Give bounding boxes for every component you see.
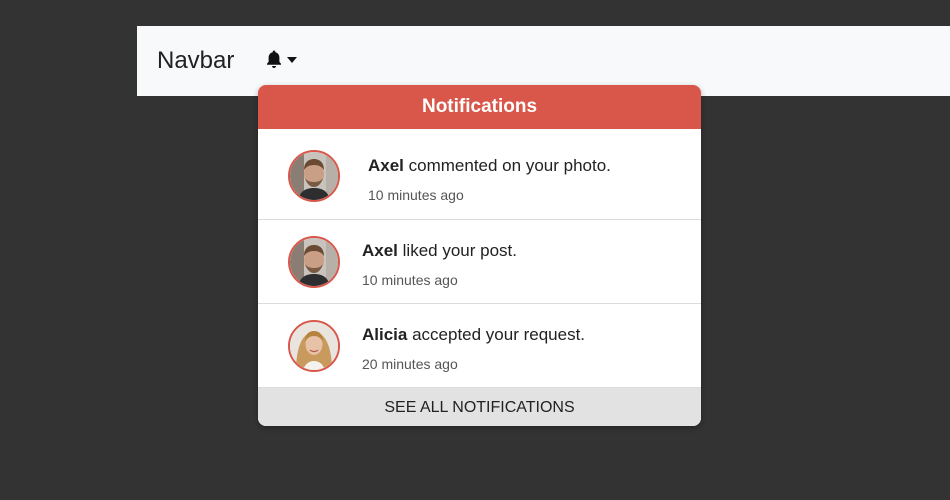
notification-time: 20 minutes ago [362,356,458,372]
notification-item[interactable]: Axel commented on your photo. 10 minutes… [258,129,701,220]
notification-user: Alicia [362,325,408,344]
notification-time: 10 minutes ago [368,187,464,203]
notification-user: Axel [362,241,398,260]
notifications-dropdown: Notifications Axel commented on your pho… [258,85,701,426]
avatar [288,236,340,288]
dropdown-title: Notifications [258,85,701,129]
notification-text: Alicia accepted your request. [362,325,585,345]
notification-message: liked your post. [397,241,517,260]
notifications-toggle[interactable] [265,49,305,71]
notification-user: Axel [368,156,404,175]
notification-text: Axel liked your post. [362,241,517,261]
notification-message: accepted your request. [407,325,586,344]
navbar-brand[interactable]: Navbar [157,46,234,76]
notification-item[interactable]: Alicia accepted your request. 20 minutes… [258,304,701,388]
see-all-notifications-button[interactable]: SEE ALL NOTIFICATIONS [258,388,701,426]
bell-icon [265,49,283,69]
chevron-down-icon [287,57,297,63]
avatar [288,320,340,372]
avatar [288,150,340,202]
notification-message: commented on your photo. [403,156,611,175]
notification-item[interactable]: Axel liked your post. 10 minutes ago [258,220,701,304]
notification-text: Axel commented on your photo. [368,156,611,176]
notification-time: 10 minutes ago [362,272,458,288]
